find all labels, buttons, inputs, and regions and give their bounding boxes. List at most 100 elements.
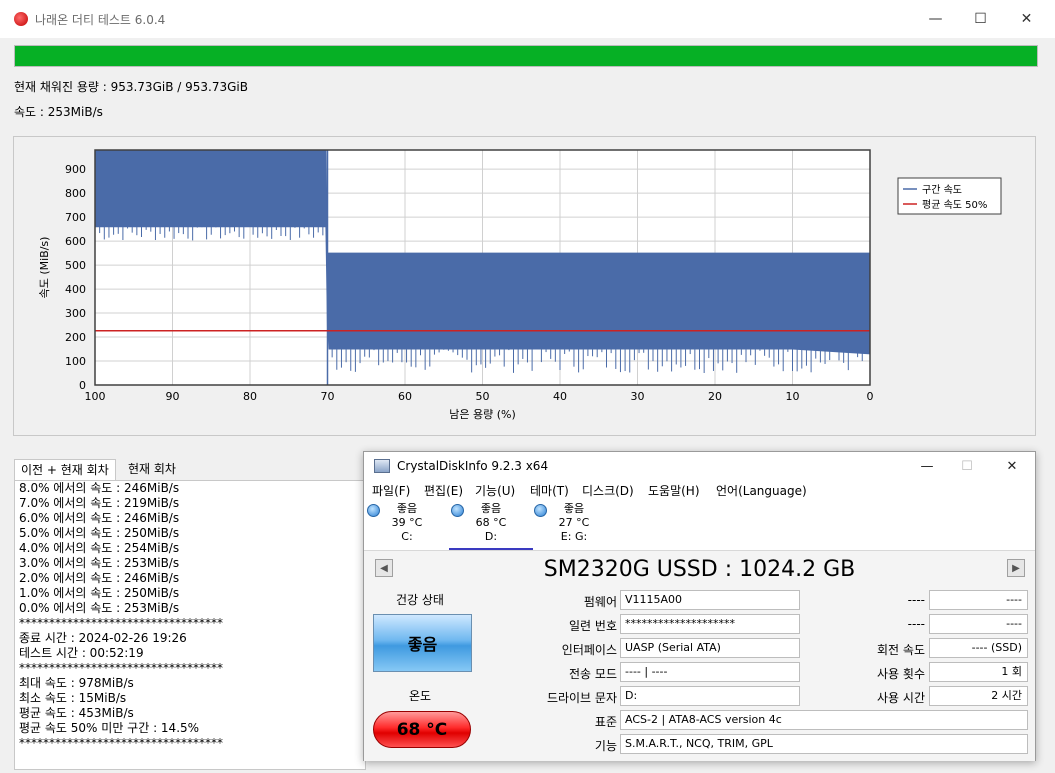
drive-c[interactable]: 좋음 39 °C C: xyxy=(367,502,447,548)
rotation-label: 회전 속도 xyxy=(877,643,925,657)
x-tick-label: 60 xyxy=(398,390,412,403)
maximize-button[interactable]: ☐ xyxy=(958,0,1003,38)
drive-temp: 68 °C xyxy=(475,516,507,529)
log-textbox[interactable]: 8.0% 에서의 속도 : 246MiB/s 7.0% 에서의 속도 : 219M… xyxy=(14,480,366,770)
log-line: 8.0% 에서의 속도 : 246MiB/s xyxy=(19,481,180,495)
x-tick-label: 0 xyxy=(867,390,874,403)
log-line: 테스트 시간 : 00:52:19 xyxy=(19,646,144,660)
log-line: 0.0% 에서의 속도 : 253MiB/s xyxy=(19,601,180,615)
serial-value: ******************** xyxy=(620,614,800,634)
standard-label: 표준 xyxy=(594,715,617,729)
power-count-label: 사용 횟수 xyxy=(877,667,925,681)
log-line: ********************************** xyxy=(19,616,223,630)
menu-theme[interactable]: 테마(T) xyxy=(530,482,569,499)
minimize-icon: — xyxy=(920,458,934,474)
log-line: 6.0% 에서의 속도 : 246MiB/s xyxy=(19,511,180,525)
x-tick-label: 100 xyxy=(85,390,106,403)
log-line: 4.0% 에서의 속도 : 254MiB/s xyxy=(19,541,180,555)
log-line: 1.0% 에서의 속도 : 250MiB/s xyxy=(19,586,180,600)
x-tick-label: 40 xyxy=(553,390,567,403)
cdi-minimize-button[interactable]: — xyxy=(907,452,947,480)
unknown-label-1: ---- xyxy=(907,593,925,607)
x-tick-label: 50 xyxy=(476,390,490,403)
temperature-badge[interactable]: 68 °C xyxy=(373,711,471,748)
y-tick-label: 200 xyxy=(65,331,86,344)
close-icon: ✕ xyxy=(1006,458,1018,474)
drive-letter: E: G: xyxy=(560,530,588,543)
unknown-label-2: ---- xyxy=(907,617,925,631)
minimize-icon: — xyxy=(928,11,943,27)
close-button[interactable]: ✕ xyxy=(1004,0,1049,38)
y-tick-label: 900 xyxy=(65,163,86,176)
power-hours-label: 사용 시간 xyxy=(877,691,925,705)
standard-value: ACS-2 | ATA8-ACS version 4c xyxy=(620,710,1028,730)
progress-bar xyxy=(14,45,1038,67)
tab-current[interactable]: 현재 회차 xyxy=(122,459,182,480)
transfer-mode-label: 전송 모드 xyxy=(569,667,617,681)
unknown-value-2: ---- xyxy=(929,614,1028,634)
drive-temp: 39 °C xyxy=(391,516,423,529)
drive-letter-value: D: xyxy=(620,686,800,706)
drive-temp: 27 °C xyxy=(558,516,590,529)
log-line: ********************************** xyxy=(19,661,223,675)
tab-previous-current[interactable]: 이전 + 현재 회차 xyxy=(14,459,116,480)
drive-e-g[interactable]: 좋음 27 °C E: G: xyxy=(534,502,614,548)
menu-file[interactable]: 파일(F) xyxy=(372,482,410,499)
power-hours-value: 2 시간 xyxy=(929,686,1028,706)
drive-d[interactable]: 좋음 68 °C D: xyxy=(451,502,531,548)
serial-label: 일련 번호 xyxy=(569,619,617,633)
menu-disk[interactable]: 디스크(D) xyxy=(582,482,634,499)
y-tick-label: 0 xyxy=(79,379,86,392)
y-tick-label: 100 xyxy=(65,355,86,368)
y-tick-label: 300 xyxy=(65,307,86,320)
status-dot-icon xyxy=(534,504,547,517)
power-count-value: 1 회 xyxy=(929,662,1028,682)
drive-selector: 좋음 39 °C C: 좋음 68 °C D: 좋음 27 °C E: G: xyxy=(364,502,1035,550)
health-label: 건강 상태 xyxy=(396,593,444,607)
legend-label: 구간 속도 xyxy=(922,184,962,196)
window-title: 나래온 더티 테스트 6.0.4 xyxy=(35,13,166,27)
close-icon: ✕ xyxy=(1020,11,1033,27)
disk-model-title: SM2320G USSD : 1024.2 GB xyxy=(543,557,856,582)
features-label: 기능 xyxy=(594,739,617,753)
log-line: 3.0% 에서의 속도 : 253MiB/s xyxy=(19,556,180,570)
crystaldiskinfo-icon xyxy=(374,459,390,473)
temperature-label: 온도 xyxy=(408,689,432,703)
transfer-mode-value: ---- | ---- xyxy=(620,662,800,682)
drive-letter-label: 드라이브 문자 xyxy=(546,691,617,705)
x-tick-label: 90 xyxy=(166,390,180,403)
crystaldiskinfo-window: CrystalDiskInfo 9.2.3 x64 — ☐ ✕ 파일(F) 편집… xyxy=(363,451,1036,761)
menu-help[interactable]: 도움말(H) xyxy=(648,482,700,499)
log-line: 7.0% 에서의 속도 : 219MiB/s xyxy=(19,496,180,510)
menu-language[interactable]: 언어(Language) xyxy=(716,482,807,499)
x-tick-label: 80 xyxy=(243,390,257,403)
cdi-maximize-button: ☐ xyxy=(947,452,987,480)
rotation-value: ---- (SSD) xyxy=(929,638,1028,658)
health-status-badge[interactable]: 좋음 xyxy=(373,614,472,672)
y-tick-label: 500 xyxy=(65,259,86,272)
y-tick-label: 700 xyxy=(65,211,86,224)
log-line: 5.0% 에서의 속도 : 250MiB/s xyxy=(19,526,180,540)
maximize-icon: ☐ xyxy=(974,11,987,27)
log-line: ********************************** xyxy=(19,736,223,750)
firmware-label: 펌웨어 xyxy=(583,595,617,609)
menu-function[interactable]: 기능(U) xyxy=(475,482,515,499)
menu-edit[interactable]: 편집(E) xyxy=(424,482,463,499)
status-dot-icon xyxy=(367,504,380,517)
minimize-button[interactable]: — xyxy=(913,0,958,38)
log-line: 최대 속도 : 978MiB/s xyxy=(19,676,134,690)
x-axis-label: 남은 용량 (%) xyxy=(449,408,516,421)
log-line: 종료 시간 : 2024-02-26 19:26 xyxy=(19,631,187,645)
x-tick-label: 10 xyxy=(786,390,800,403)
maximize-icon: ☐ xyxy=(961,458,973,474)
status-dot-icon xyxy=(451,504,464,517)
x-tick-label: 70 xyxy=(321,390,335,403)
firmware-value: V1115A00 xyxy=(620,590,800,610)
y-tick-label: 600 xyxy=(65,235,86,248)
interface-value: UASP (Serial ATA) xyxy=(620,638,800,658)
interface-label: 인터페이스 xyxy=(561,643,617,657)
log-line: 평균 속도 50% 미만 구간 : 14.5% xyxy=(19,721,200,735)
cdi-close-button[interactable]: ✕ xyxy=(992,452,1032,480)
cdi-window-title: CrystalDiskInfo 9.2.3 x64 xyxy=(397,459,549,473)
drive-letter: C: xyxy=(401,530,413,543)
